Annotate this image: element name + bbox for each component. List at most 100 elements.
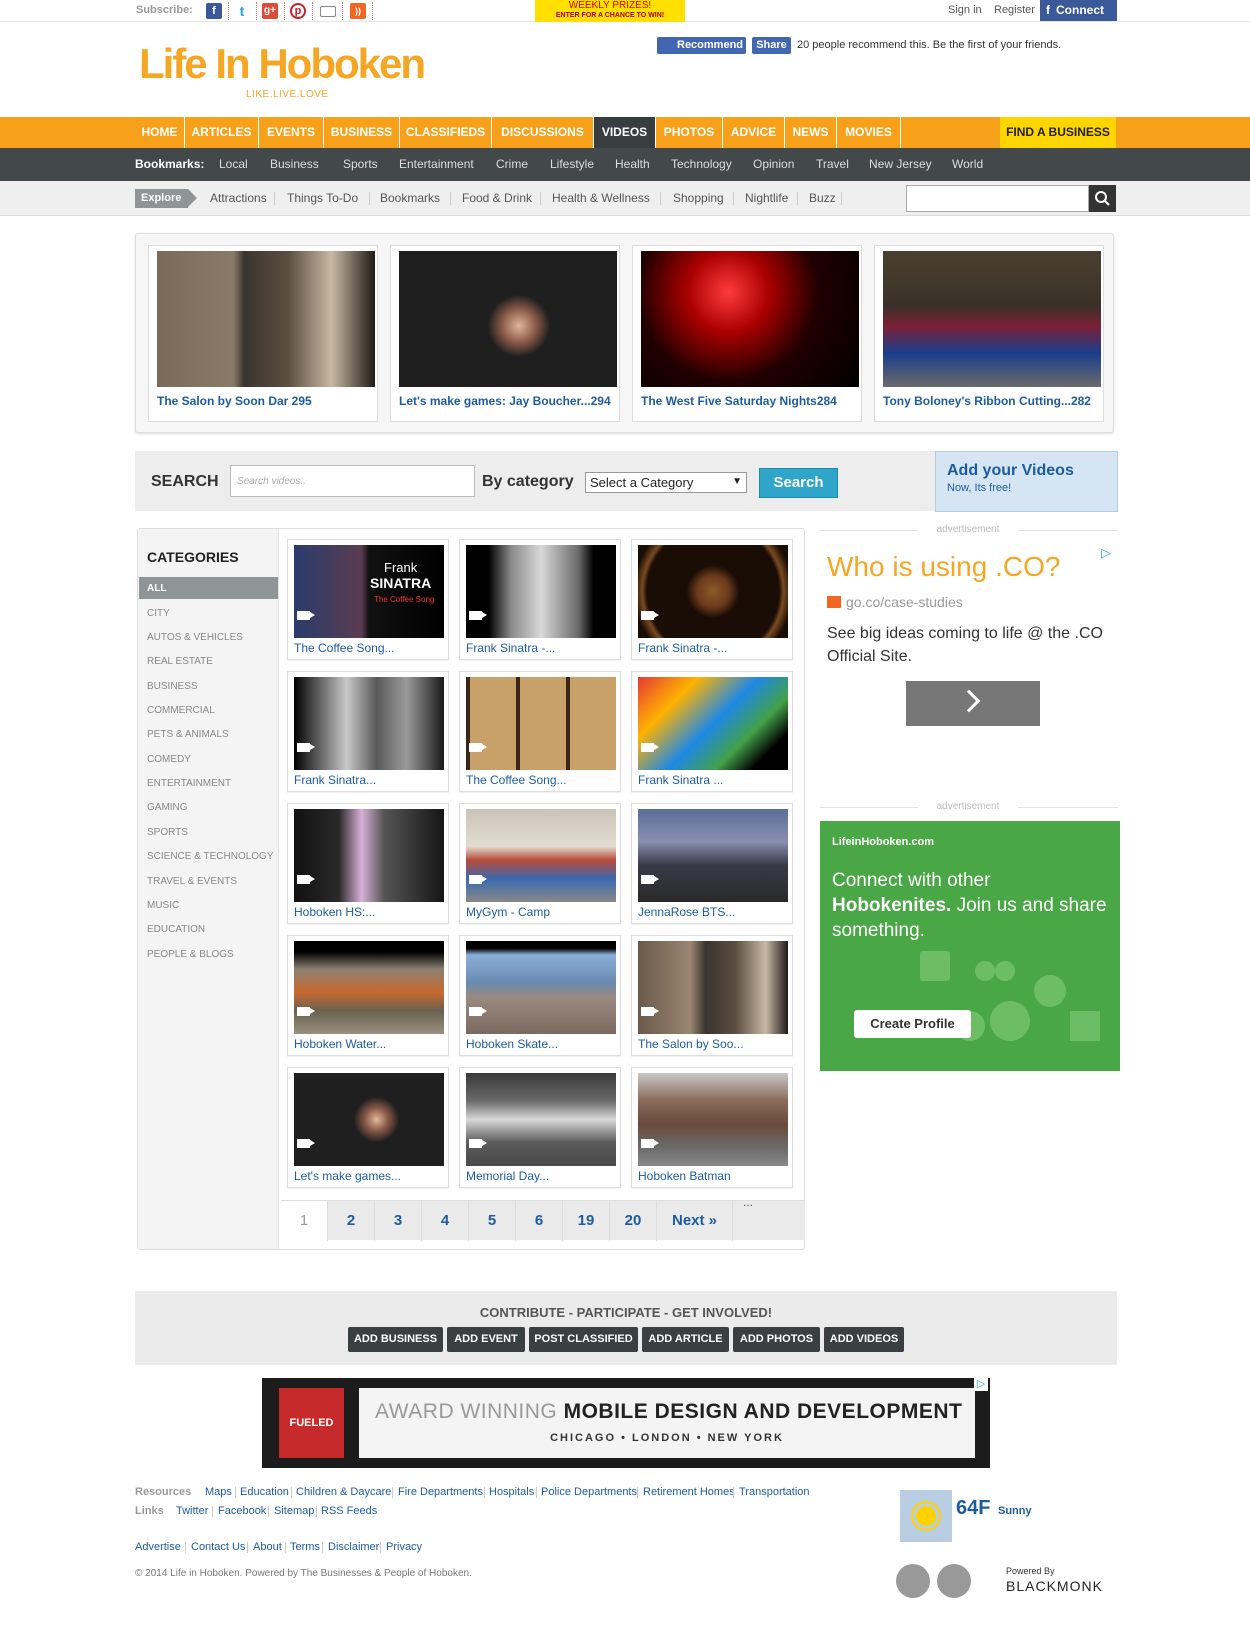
pinterest-icon[interactable]: p — [290, 3, 306, 19]
bookmark-sports[interactable]: Sports — [343, 157, 378, 171]
fueled-banner-ad[interactable]: FUELED AWARD WINNING MOBILE DESIGN AND D… — [262, 1378, 990, 1468]
video-thumbnail[interactable] — [466, 941, 616, 1034]
video-title[interactable]: Hoboken Skate... — [466, 1037, 558, 1051]
category-item[interactable]: SPORTS — [147, 827, 188, 838]
video-title[interactable]: The Coffee Song... — [466, 773, 567, 787]
video-thumbnail[interactable] — [638, 677, 788, 770]
category-item[interactable]: SCIENCE & TECHNOLOGY — [147, 851, 274, 862]
category-item[interactable]: EDUCATION — [147, 924, 205, 935]
page-link[interactable]: 4 — [422, 1201, 469, 1241]
video-search-input[interactable]: Search videos.. — [230, 465, 475, 497]
nav-events[interactable]: EVENTS — [259, 117, 324, 148]
adchoices-icon[interactable]: ▷ — [1101, 545, 1111, 561]
video-card[interactable]: Memorial Day... — [459, 1067, 621, 1188]
video-thumbnail[interactable] — [294, 941, 444, 1034]
add-videos-box[interactable]: Add your Videos Now, Its free! — [935, 451, 1118, 512]
bookmark-new-jersey[interactable]: New Jersey — [869, 157, 932, 171]
adchoices-icon[interactable]: ▷ — [974, 1378, 988, 1391]
footer-link[interactable]: Hospitals — [489, 1486, 534, 1498]
bookmark-world[interactable]: World — [952, 157, 983, 171]
video-title[interactable]: The Coffee Song... — [294, 641, 395, 655]
bookmark-travel[interactable]: Travel — [816, 157, 849, 171]
nav-photos[interactable]: PHOTOS — [656, 117, 723, 148]
footer-link[interactable]: Children & Daycare — [296, 1486, 391, 1498]
footer-link[interactable]: Contact Us — [191, 1541, 245, 1553]
android-app-icon[interactable] — [896, 1564, 930, 1598]
category-item[interactable]: COMEDY — [147, 754, 191, 765]
video-card[interactable]: Let's make games... — [287, 1067, 449, 1188]
sign-in-link[interactable]: Sign in — [948, 4, 982, 16]
next-page-link[interactable]: Next » — [657, 1201, 733, 1241]
email-icon[interactable] — [320, 6, 336, 17]
bookmark-technology[interactable]: Technology — [671, 157, 732, 171]
featured-video[interactable]: The Salon by Soon Dar 295 — [148, 245, 378, 422]
ad-co-url[interactable]: go.co/case-studies — [827, 594, 963, 610]
video-thumbnail[interactable] — [641, 251, 859, 387]
post-classified-button[interactable]: POST CLASSIFIED — [529, 1327, 638, 1352]
video-thumbnail[interactable] — [294, 677, 444, 770]
featured-video[interactable]: Let's make games: Jay Boucher...294 — [390, 245, 620, 422]
video-title[interactable]: Hoboken Water... — [294, 1037, 386, 1051]
video-thumbnail[interactable] — [638, 809, 788, 902]
video-card[interactable]: MyGym - Camp — [459, 803, 621, 924]
video-thumbnail[interactable] — [466, 809, 616, 902]
add-event-button[interactable]: ADD EVENT — [447, 1327, 525, 1352]
video-thumbnail[interactable] — [466, 677, 616, 770]
category-select[interactable]: Select a Category ▼ — [585, 472, 747, 493]
featured-video[interactable]: The West Five Saturday Nights284 — [632, 245, 862, 422]
explore-things-to-do[interactable]: Things To-Do — [287, 191, 358, 205]
create-profile-ad[interactable]: LifeinHoboken.com Connect with other Hob… — [820, 821, 1120, 1071]
category-item[interactable]: MUSIC — [147, 900, 179, 911]
video-title[interactable]: Let's make games... — [294, 1169, 401, 1183]
category-item[interactable]: CITY — [147, 608, 170, 619]
site-logo[interactable]: Life In Hoboken — [139, 40, 426, 88]
video-thumbnail[interactable] — [638, 545, 788, 638]
video-card[interactable]: Frank Sinatra ... — [631, 671, 793, 792]
explore-attractions[interactable]: Attractions — [210, 191, 267, 205]
video-title[interactable]: Tony Boloney's Ribbon Cutting...282 — [883, 394, 1091, 408]
facebook-connect-button[interactable]: f Connect — [1040, 0, 1117, 21]
footer-link[interactable]: Advertise — [135, 1541, 181, 1553]
bookmark-lifestyle[interactable]: Lifestyle — [550, 157, 594, 171]
video-card[interactable]: Hoboken Batman — [631, 1067, 793, 1188]
nav-videos[interactable]: VIDEOS — [594, 117, 656, 148]
video-thumbnail[interactable] — [294, 809, 444, 902]
find-business-button[interactable]: FIND A BUSINESS — [1000, 117, 1116, 148]
category-item[interactable]: AUTOS & VEHICLES — [147, 632, 243, 643]
fb-share-button[interactable]: Share — [752, 37, 791, 54]
nav-movies[interactable]: MOVIES — [837, 117, 901, 148]
page-link[interactable]: 19 — [563, 1201, 610, 1241]
bookmark-crime[interactable]: Crime — [496, 157, 528, 171]
video-thumbnail[interactable] — [466, 545, 616, 638]
footer-link[interactable]: Police Departments — [541, 1486, 637, 1498]
category-item[interactable]: COMMERCIAL — [147, 705, 215, 716]
footer-link[interactable]: Fire Departments — [398, 1486, 483, 1498]
category-item[interactable]: TRAVEL & EVENTS — [147, 876, 237, 887]
video-search-button[interactable]: Search — [759, 468, 838, 498]
nav-home[interactable]: HOME — [135, 117, 185, 148]
explore-health-wellness[interactable]: Health & Wellness — [552, 191, 650, 205]
video-thumbnail[interactable] — [294, 1073, 444, 1166]
register-link[interactable]: Register — [994, 4, 1035, 16]
video-title[interactable]: Hoboken Batman — [638, 1169, 731, 1183]
video-title[interactable]: Frank Sinatra ... — [638, 773, 723, 787]
nav-news[interactable]: NEWS — [785, 117, 837, 148]
video-thumbnail[interactable] — [638, 941, 788, 1034]
googleplus-icon[interactable]: g+ — [262, 3, 278, 19]
site-search-input[interactable] — [906, 185, 1089, 212]
category-item[interactable]: PEOPLE & BLOGS — [147, 949, 234, 960]
ad-co-title[interactable]: Who is using .CO? — [827, 551, 1060, 583]
footer-link[interactable]: Facebook — [218, 1505, 266, 1517]
category-item[interactable]: REAL ESTATE — [147, 656, 213, 667]
footer-link[interactable]: Education — [240, 1486, 289, 1498]
video-title[interactable]: Frank Sinatra -... — [466, 641, 555, 655]
category-item[interactable]: ENTERTAINMENT — [147, 778, 231, 789]
footer-link[interactable]: RSS Feeds — [321, 1505, 377, 1517]
footer-link[interactable]: Transportation — [739, 1486, 810, 1498]
video-title[interactable]: MyGym - Camp — [466, 905, 550, 919]
bookmark-local[interactable]: Local — [219, 157, 248, 171]
video-thumbnail[interactable] — [883, 251, 1101, 387]
ad-co-arrow-button[interactable] — [906, 681, 1040, 726]
bookmark-entertainment[interactable]: Entertainment — [399, 157, 474, 171]
explore-shopping[interactable]: Shopping — [673, 191, 724, 205]
